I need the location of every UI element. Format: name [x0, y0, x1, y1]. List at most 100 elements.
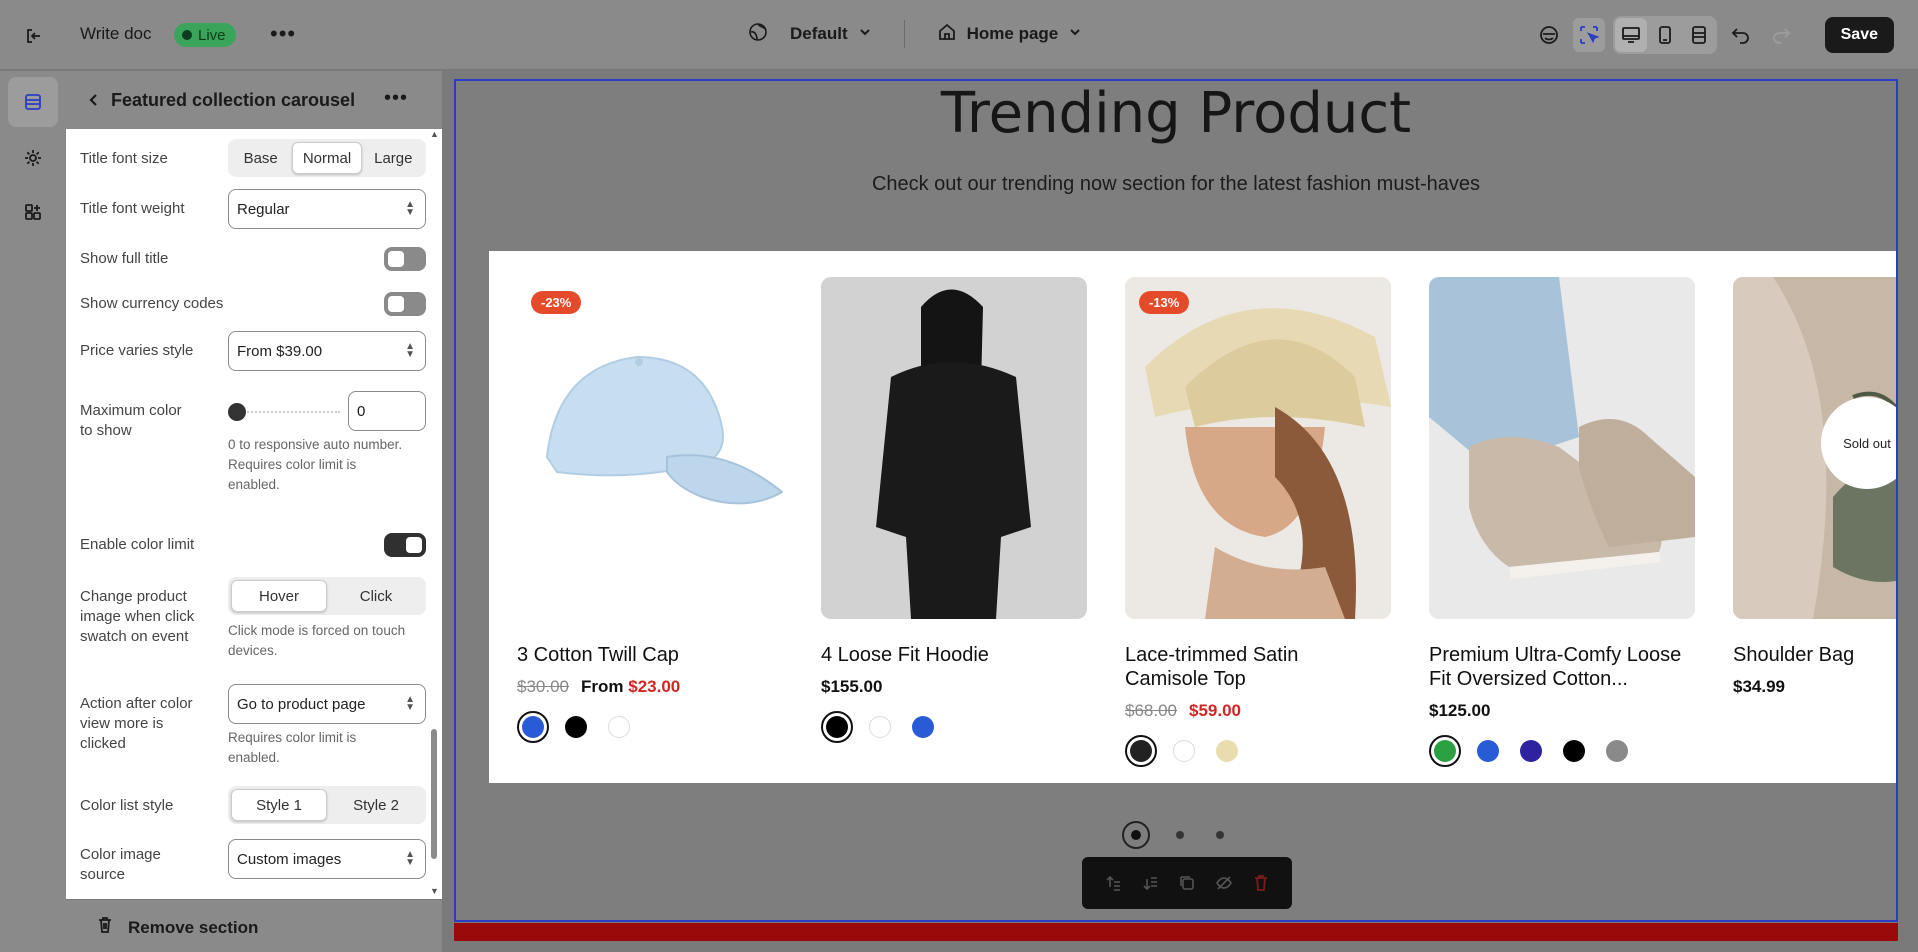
product-title[interactable]: 4 Loose Fit Hoodie	[821, 643, 1087, 667]
top-bar: Write doc Live ••• Default Home page Sav…	[0, 0, 1918, 70]
color-swatch[interactable]	[1168, 735, 1200, 767]
enable-color-limit-toggle[interactable]	[384, 533, 426, 557]
color-swatch[interactable]	[1558, 735, 1590, 767]
style-2-option[interactable]: Style 2	[329, 789, 423, 821]
pagination-dot[interactable]	[1210, 825, 1230, 845]
slider-handle[interactable]	[228, 403, 246, 421]
product-title[interactable]: Shoulder Bag	[1733, 643, 1896, 667]
color-swatch[interactable]	[603, 711, 635, 743]
product-image-hoodie[interactable]	[821, 277, 1087, 619]
product-image-camisole[interactable]: -13%	[1125, 277, 1391, 619]
color-swatch[interactable]	[1515, 735, 1547, 767]
scrollbar-thumb[interactable]	[431, 729, 437, 859]
full-width-view-icon[interactable]	[1683, 18, 1715, 52]
live-status-label: Live	[198, 26, 226, 44]
color-list-style-segmented: Style 1 Style 2	[228, 786, 426, 824]
product-image-cap[interactable]: -23%	[517, 277, 783, 619]
title-font-weight-select[interactable]: Regular ▲ ▼	[228, 189, 426, 229]
chevron-down-icon[interactable]	[858, 24, 872, 44]
product-card[interactable]: -13% Lace-trimmed Satin Camisole Top $68.…	[1125, 277, 1391, 767]
enable-color-limit-row: Enable color limit	[80, 533, 426, 559]
product-card[interactable]: Sold out Shoulder Bag $34.99	[1733, 277, 1896, 697]
scroll-down-icon[interactable]: ▼	[430, 886, 439, 896]
price-varies-style-select[interactable]: From $39.00 ▲ ▼	[228, 331, 426, 371]
delete-icon[interactable]	[1248, 870, 1274, 896]
move-down-icon[interactable]	[1137, 870, 1163, 896]
select-element-icon[interactable]	[1572, 18, 1605, 52]
discount-badge: -23%	[531, 291, 582, 314]
settings-panel: Featured collection carousel ••• Title f…	[66, 71, 442, 952]
max-color-slider[interactable]	[228, 403, 340, 421]
desktop-view-icon[interactable]	[1614, 18, 1647, 52]
click-option[interactable]: Click	[329, 580, 423, 612]
font-size-normal-option[interactable]: Normal	[292, 142, 362, 174]
style-1-option[interactable]: Style 1	[231, 789, 327, 821]
color-swatch[interactable]	[864, 711, 896, 743]
pagination-dot[interactable]	[1122, 821, 1150, 849]
compare-price: $68.00	[1125, 701, 1177, 720]
product-card[interactable]: 4 Loose Fit Hoodie $155.00	[821, 277, 1087, 743]
font-size-base-option[interactable]: Base	[231, 142, 290, 174]
back-arrow-icon[interactable]	[82, 88, 106, 112]
panel-scrollbar[interactable]: ▲ ▼	[428, 129, 440, 899]
settings-gear-icon[interactable]	[8, 133, 58, 183]
color-swatch[interactable]	[517, 711, 549, 743]
duplicate-icon[interactable]	[1174, 870, 1200, 896]
product-title-line2: Fit Oversized Cotton...	[1429, 668, 1628, 690]
mobile-view-icon[interactable]	[1649, 18, 1681, 52]
action-after-select[interactable]: Go to product page ▲ ▼	[228, 684, 426, 724]
max-color-hint-1: 0 to responsive auto number.	[228, 437, 403, 452]
change-image-label-line3: swatch on event	[80, 628, 189, 645]
select-arrows-icon: ▲ ▼	[405, 694, 415, 713]
more-options-icon[interactable]: •••	[270, 23, 296, 45]
product-image-shoes[interactable]	[1429, 277, 1695, 619]
color-swatch[interactable]	[1601, 735, 1633, 767]
apps-icon[interactable]	[8, 187, 58, 237]
section-subheading: Check out our trending now section for t…	[871, 173, 1481, 195]
product-image-bag[interactable]: Sold out	[1733, 277, 1896, 619]
selected-section-frame[interactable]: Trending Product Check out our trending …	[454, 79, 1898, 922]
enable-color-limit-label: Enable color limit	[80, 536, 195, 553]
exit-icon[interactable]	[20, 22, 48, 50]
product-card[interactable]: Premium Ultra-Comfy Loose Fit Oversized C…	[1429, 277, 1695, 767]
product-card[interactable]: -23% 3 Cotton Twill Cap $30.00 From $23.0…	[517, 277, 783, 743]
panel-more-icon[interactable]: •••	[384, 87, 408, 110]
save-button[interactable]: Save	[1824, 17, 1894, 53]
color-swatch[interactable]	[1211, 735, 1243, 767]
panel-footer: Remove section	[66, 899, 442, 952]
select-arrows-icon: ▲ ▼	[405, 849, 415, 868]
redo-icon[interactable]	[1765, 18, 1797, 52]
color-swatch[interactable]	[1472, 735, 1504, 767]
product-title[interactable]: Premium Ultra-Comfy Loose Fit Oversized C…	[1429, 643, 1695, 691]
show-currency-codes-toggle[interactable]	[384, 292, 426, 316]
hover-option[interactable]: Hover	[231, 580, 327, 612]
color-swatch[interactable]	[1429, 735, 1461, 767]
next-section-strip[interactable]	[454, 923, 1898, 941]
show-full-title-toggle[interactable]	[384, 247, 426, 271]
font-size-large-option[interactable]: Large	[364, 142, 423, 174]
remove-section-button[interactable]: Remove section	[96, 916, 258, 939]
color-swatch[interactable]	[1125, 735, 1157, 767]
max-color-input[interactable]: 0	[348, 391, 426, 431]
document-title[interactable]: Write doc	[80, 24, 152, 44]
scroll-up-icon[interactable]: ▲	[430, 129, 439, 139]
color-swatch[interactable]	[907, 711, 939, 743]
product-title[interactable]: 3 Cotton Twill Cap	[517, 643, 783, 667]
pagination-dot[interactable]	[1170, 825, 1190, 845]
move-up-icon[interactable]	[1100, 870, 1126, 896]
color-swatch[interactable]	[560, 711, 592, 743]
change-image-hint-1: Click mode is forced on touch	[228, 623, 406, 638]
theme-selector[interactable]: Default	[790, 24, 848, 44]
undo-icon[interactable]	[1725, 18, 1757, 52]
sections-icon[interactable]	[8, 77, 58, 127]
color-image-source-select[interactable]: Custom images ▲ ▼	[228, 839, 426, 879]
action-after-value: Go to product page	[237, 695, 366, 713]
chevron-down-icon[interactable]	[1068, 24, 1082, 44]
select-arrows-icon: ▲ ▼	[405, 199, 415, 218]
product-title[interactable]: Lace-trimmed Satin Camisole Top	[1125, 643, 1391, 691]
trash-icon	[96, 916, 114, 939]
page-selector[interactable]: Home page	[967, 24, 1059, 44]
hide-icon[interactable]	[1211, 870, 1237, 896]
color-swatch[interactable]	[821, 711, 853, 743]
ai-helper-icon[interactable]	[1533, 18, 1565, 52]
